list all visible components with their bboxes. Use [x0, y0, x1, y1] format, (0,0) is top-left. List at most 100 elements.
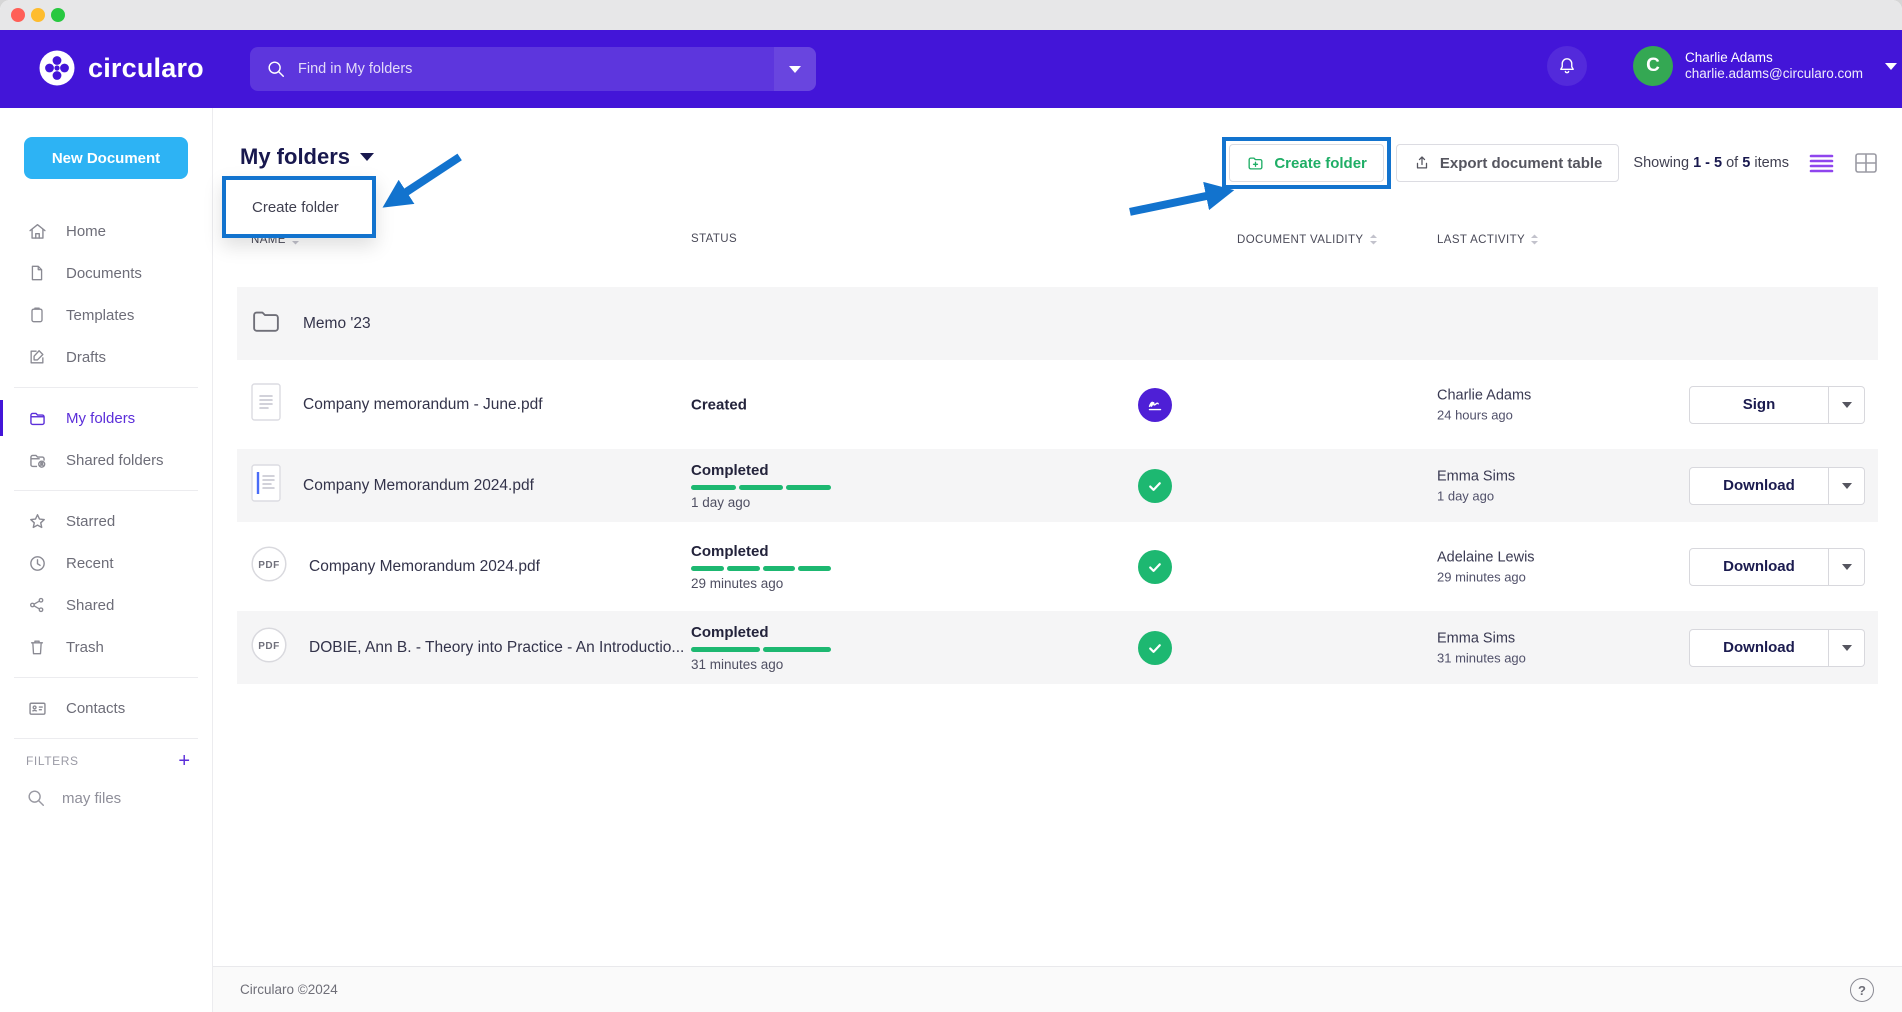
sign-button[interactable]: Sign	[1689, 386, 1829, 424]
sidebar-item-contacts[interactable]: Contacts	[0, 687, 212, 729]
document-row[interactable]: PDFDOBIE, Ann B. - Theory into Practice …	[237, 611, 1878, 684]
status-time: 31 minutes ago	[691, 657, 866, 672]
avatar: C	[1633, 46, 1673, 86]
validity-cell	[1138, 550, 1172, 584]
share-icon	[26, 594, 48, 616]
sidebar-item-trash[interactable]: Trash	[0, 626, 212, 668]
sidebar-item-starred[interactable]: Starred	[0, 500, 212, 542]
document-row[interactable]: Company memorandum - June.pdfCreatedChar…	[237, 368, 1878, 441]
pdf-badge-icon: PDF	[251, 627, 287, 668]
app-window: circularo C Charlie Adams charlie.adams@…	[0, 0, 1902, 1012]
document-row[interactable]: PDFCompany Memorandum 2024.pdf Completed2…	[237, 530, 1878, 603]
document-row[interactable]: Company Memorandum 2024.pdfCompleted1 da…	[237, 449, 1878, 522]
name-cell: Company Memorandum 2024.pdf	[251, 449, 534, 522]
column-header-document-validity[interactable]: DOCUMENT VALIDITY	[1237, 233, 1378, 246]
close-window-button[interactable]	[11, 8, 25, 22]
sidebar-item-label: Documents	[66, 265, 142, 282]
create-folder-button[interactable]: Create folder	[1229, 144, 1384, 182]
sidebar: New Document Home Documents Templates Draft…	[0, 108, 213, 1012]
sidebar-item-label: Home	[66, 223, 106, 240]
minimize-window-button[interactable]	[31, 8, 45, 22]
sidebar-item-shared[interactable]: Shared	[0, 584, 212, 626]
status-cell: Completed29 minutes ago	[691, 543, 866, 591]
menu-item-create-folder[interactable]: Create folder	[226, 180, 372, 234]
new-document-button[interactable]: New Document	[24, 137, 188, 179]
sidebar-item-home[interactable]: Home	[0, 210, 212, 252]
search-icon	[26, 788, 46, 808]
chevron-down-icon	[1885, 63, 1897, 70]
sidebar-item-label: My folders	[66, 410, 135, 427]
grid-view-icon	[1854, 152, 1878, 174]
saved-filter-may-files[interactable]: may files	[0, 788, 212, 808]
item-name: Company memorandum - June.pdf	[303, 396, 543, 414]
notifications-button[interactable]	[1547, 46, 1587, 86]
grid-view-toggle[interactable]	[1854, 152, 1878, 174]
bell-icon	[1556, 55, 1578, 77]
sidebar-divider	[14, 677, 198, 678]
approved-check-icon	[1138, 631, 1172, 665]
home-icon	[26, 220, 48, 242]
document-table: Memo '23 Company memorandum - June.pdfCre…	[237, 287, 1878, 692]
document-icon	[26, 262, 48, 284]
progress-bar	[691, 647, 831, 652]
progress-segment	[691, 566, 724, 571]
progress-segment	[727, 566, 760, 571]
page-title-dropdown[interactable]: My folders	[240, 144, 374, 170]
column-header-last-activity[interactable]: LAST ACTIVITY	[1437, 233, 1539, 246]
clock-icon	[26, 552, 48, 574]
progress-segment	[786, 485, 831, 490]
brand-name: circularo	[88, 53, 204, 84]
status-label: Completed	[691, 462, 866, 479]
help-button[interactable]: ?	[1850, 978, 1874, 1002]
sidebar-item-documents[interactable]: Documents	[0, 252, 212, 294]
download-button[interactable]: Download	[1689, 548, 1829, 586]
item-name: Company Memorandum 2024.pdf	[303, 477, 534, 495]
sidebar-item-templates[interactable]: Templates	[0, 294, 212, 336]
action-cell: Download	[1689, 467, 1865, 505]
sidebar-item-my-folders[interactable]: My folders	[0, 397, 212, 439]
star-icon	[26, 510, 48, 532]
annotation-arrow-left	[390, 157, 460, 203]
zoom-window-button[interactable]	[51, 8, 65, 22]
download-button[interactable]: Download	[1689, 629, 1829, 667]
progress-segment	[691, 485, 736, 490]
sidebar-item-label: Templates	[66, 307, 134, 324]
sidebar-item-label: Trash	[66, 639, 104, 656]
action-cell: Download	[1689, 548, 1865, 586]
name-cell: PDFCompany Memorandum 2024.pdf	[251, 530, 540, 603]
table-header-row: NAME STATUS DOCUMENT VALIDITY LAST ACTIV…	[237, 233, 1878, 255]
filters-header: FILTERS +	[0, 748, 212, 770]
annotation-box-dropdown: Create folder	[222, 176, 376, 238]
user-menu[interactable]: C Charlie Adams charlie.adams@circularo.…	[1633, 46, 1897, 86]
add-filter-button[interactable]: +	[178, 752, 190, 770]
export-document-table-button[interactable]: Export document table	[1396, 144, 1620, 182]
sidebar-item-shared-folders[interactable]: Shared folders	[0, 439, 212, 481]
sort-icon	[1530, 233, 1539, 246]
search-input[interactable]	[298, 61, 774, 77]
brand-logo[interactable]: circularo	[38, 49, 204, 87]
search-scope-dropdown[interactable]	[774, 47, 816, 91]
approved-check-icon	[1138, 469, 1172, 503]
sidebar-item-recent[interactable]: Recent	[0, 542, 212, 584]
export-icon	[1413, 154, 1431, 172]
action-dropdown-button[interactable]	[1829, 467, 1865, 505]
action-dropdown-button[interactable]	[1829, 548, 1865, 586]
folder-row[interactable]: Memo '23	[237, 287, 1878, 360]
user-name: Charlie Adams	[1685, 50, 1863, 66]
filters-label: FILTERS	[26, 754, 79, 768]
last-activity-cell: Adelaine Lewis29 minutes ago	[1437, 549, 1535, 584]
list-view-toggle[interactable]	[1809, 152, 1834, 174]
sidebar-item-drafts[interactable]: Drafts	[0, 336, 212, 378]
sidebar-nav: Home Documents Templates Drafts My folders Sh…	[0, 210, 212, 808]
status-time: 29 minutes ago	[691, 576, 866, 591]
svg-text:PDF: PDF	[258, 641, 280, 652]
doc-lines-icon	[251, 383, 281, 426]
download-button[interactable]: Download	[1689, 467, 1829, 505]
action-dropdown-button[interactable]	[1829, 386, 1865, 424]
progress-segment	[739, 485, 784, 490]
column-header-status[interactable]: STATUS	[691, 233, 737, 245]
toolbar: Create folder Export document table Show…	[1222, 137, 1878, 189]
sidebar-item-label: Recent	[66, 555, 114, 572]
action-dropdown-button[interactable]	[1829, 629, 1865, 667]
pencil-square-icon	[26, 346, 48, 368]
